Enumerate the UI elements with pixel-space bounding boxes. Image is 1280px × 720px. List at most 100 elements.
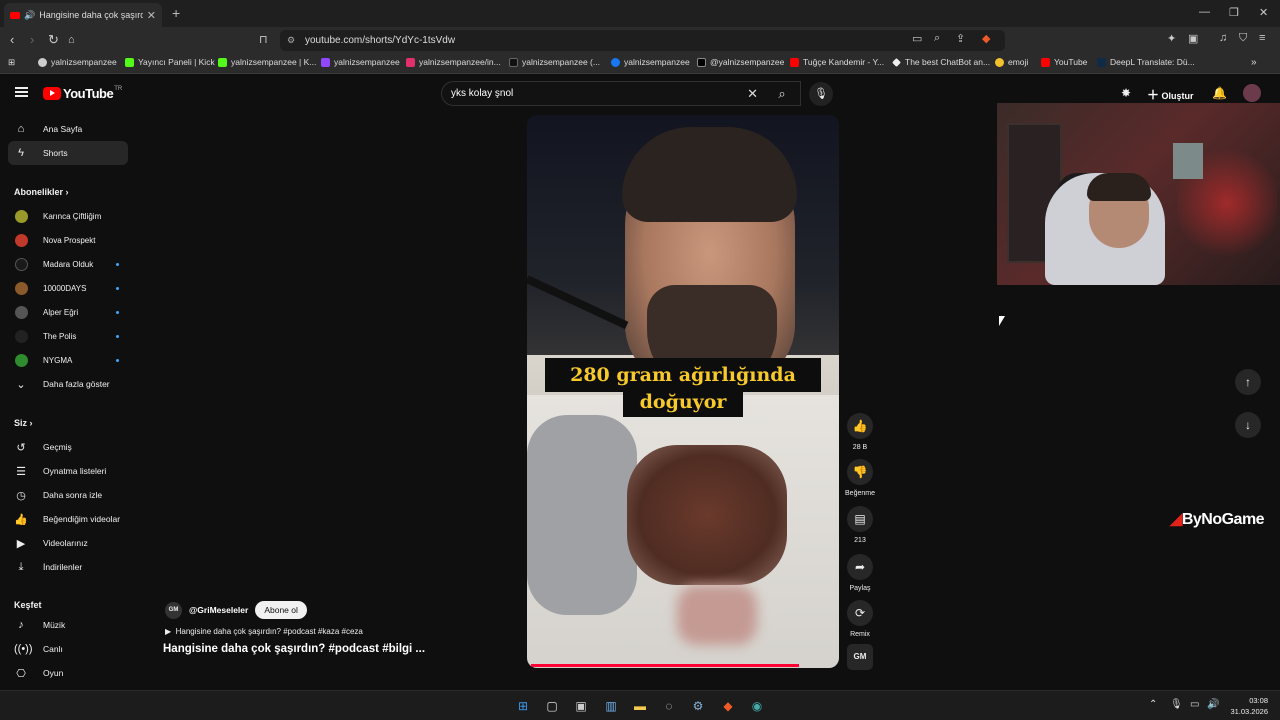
task-view-icon[interactable]: ▢	[543, 697, 561, 715]
bookmark-item[interactable]: @yalnizsempanzee	[697, 57, 784, 67]
sidebar-item-watch-later[interactable]: ◷ Daha sonra izle	[8, 483, 128, 507]
menu-icon[interactable]: ≡	[1259, 32, 1265, 44]
sidebar-channel[interactable]: 10000DAYS	[8, 276, 128, 300]
subscribe-button[interactable]: Abone ol	[255, 601, 307, 619]
system-clock[interactable]: 03:08 31.03.2026	[1228, 695, 1268, 717]
brave-browser-icon[interactable]: ◆	[719, 697, 737, 715]
sidebar-item-shorts[interactable]: ϟ Shorts	[8, 141, 128, 165]
show-more-button[interactable]: ⌄ Daha fazla göster	[8, 372, 128, 396]
close-window-icon[interactable]: ✕	[1259, 6, 1268, 19]
video-title[interactable]: Hangisine daha çok şaşırdın? #podcast #b…	[163, 643, 425, 655]
bookmark-item[interactable]: YouTube	[1041, 57, 1087, 67]
home-icon[interactable]: ⌂	[68, 34, 75, 46]
subscriptions-heading[interactable]: Abonelikler ›	[14, 187, 69, 197]
sidebar-item-history[interactable]: ↺ Geçmiş	[8, 435, 128, 459]
instagram-icon	[406, 57, 415, 67]
sidebar-channel[interactable]: Karınca Çiftliğim	[8, 204, 128, 228]
sidebar-item-gaming[interactable]: ⎔ Oyun	[8, 661, 128, 685]
previous-short-button[interactable]: ↑	[1235, 369, 1261, 395]
search-input[interactable]: yks kolay şnol ✕	[441, 81, 801, 106]
bookmark-item[interactable]: yalnizsempanzee	[611, 57, 690, 67]
back-icon[interactable]: ‹	[10, 32, 14, 47]
steam-icon[interactable]: ⚙	[689, 697, 707, 715]
sidebar-item-downloads[interactable]: ⤓ İndirilenler	[8, 555, 128, 579]
brave-shield-icon[interactable]: ◆	[982, 32, 990, 45]
sidebar-channel[interactable]: The Polis	[8, 324, 128, 348]
app-icon[interactable]: ◌	[660, 697, 678, 715]
sidebar-item-home[interactable]: ⌂ Ana Sayfa	[8, 117, 128, 141]
youtube-logo[interactable]: YouTube TR	[43, 86, 122, 101]
sidebar-channel[interactable]: Alper Eğri	[8, 300, 128, 324]
close-tab-icon[interactable]: ✕	[147, 9, 156, 22]
bookmark-item[interactable]: Yayıncı Paneli | Kick	[125, 57, 215, 67]
zoom-icon[interactable]: ⌕	[934, 32, 940, 45]
sound-row[interactable]: ▶ Hangisine daha çok şaşırdın? #podcast …	[165, 627, 363, 636]
bookmark-item[interactable]: yalnizsempanzee	[321, 57, 400, 67]
extensions-icon[interactable]: ✦	[1167, 32, 1176, 45]
bookmark-item[interactable]: yalnizsempanzee | K...	[218, 57, 316, 67]
forward-icon[interactable]: ›	[30, 32, 34, 47]
new-tab-icon[interactable]: +	[172, 5, 180, 21]
minimize-icon[interactable]: —	[1199, 6, 1210, 18]
voice-search-button[interactable]: 🎙	[809, 82, 833, 106]
bookmark-item[interactable]: The best ChatBot an...	[892, 57, 990, 67]
volume-icon[interactable]: 🔊	[1207, 699, 1219, 710]
next-short-button[interactable]: ↓	[1235, 412, 1261, 438]
app-icon[interactable]: ▣	[572, 697, 590, 715]
kick-icon	[218, 57, 227, 67]
bookmark-item[interactable]: yalnizsempanzee	[38, 57, 117, 67]
sidebar-item-live[interactable]: ((•)) Canlı	[8, 637, 128, 661]
channel-avatar[interactable]: GM	[165, 601, 182, 619]
reload-icon[interactable]: ↻	[48, 32, 59, 48]
chrome-icon[interactable]: ◉	[748, 697, 766, 715]
app-icon[interactable]: ▥	[602, 697, 620, 715]
bookmark-item[interactable]: DeepL Translate: Dü...	[1097, 57, 1195, 67]
sidebar-item-your-videos[interactable]: ▶ Videolarınız	[8, 531, 128, 555]
remix-button[interactable]: ⟳ Remix	[837, 600, 883, 638]
file-explorer-icon[interactable]: ▬	[631, 697, 649, 715]
clear-search-icon[interactable]: ✕	[747, 82, 758, 105]
apps-icon[interactable]: ⊞	[8, 57, 15, 68]
more-bookmarks-icon[interactable]: »	[1251, 57, 1257, 68]
bookmark-item[interactable]: yalnizsempanzee/in...	[406, 57, 501, 67]
search-button[interactable]: ⌕	[764, 81, 800, 106]
windows-start-icon[interactable]: ⊞	[514, 697, 532, 715]
you-heading[interactable]: Siz ›	[14, 418, 33, 428]
cast-icon[interactable]: ▭	[912, 32, 922, 45]
extension-icon[interactable]: ✸	[1121, 86, 1131, 100]
share-icon[interactable]: ⇪	[956, 32, 965, 45]
browser-tab[interactable]: 🔊 Hangisine daha çok şaşırdın? #... ✕	[4, 3, 162, 27]
audio-playing-icon[interactable]: 🔊	[24, 10, 35, 21]
sidebar-channel[interactable]: Nova Prospekt	[8, 228, 128, 252]
bookmark-item[interactable]: yalnizsempanzee (...	[509, 57, 600, 67]
bookmark-icon[interactable]: ⊓	[259, 33, 268, 46]
create-button[interactable]: ＋ Oluştur	[1147, 86, 1194, 103]
sidebar-channel[interactable]: NYGMA	[8, 348, 128, 372]
channel-handle[interactable]: @GriMeseleler	[189, 605, 248, 615]
like-button[interactable]: 👍 28 B	[837, 413, 883, 451]
channel-thumb-button[interactable]: GM	[837, 644, 883, 670]
address-bar[interactable]: ⚙ youtube.com/shorts/YdYc-1tsVdw	[280, 30, 1005, 51]
menu-hamburger-icon[interactable]	[15, 87, 28, 97]
sidebar-item-playlists[interactable]: ☰ Oynatma listeleri	[8, 459, 128, 483]
bookmark-item[interactable]: emoji	[995, 57, 1028, 67]
bookmark-item[interactable]: Tuğçe Kandemir - Y...	[790, 57, 884, 67]
comments-button[interactable]: ▤ 213	[837, 506, 883, 544]
sidebar-item-liked[interactable]: 👍 Beğendiğim videolar	[8, 507, 128, 531]
dislike-button[interactable]: 👎 Beğenme	[837, 459, 883, 497]
account-avatar[interactable]	[1243, 84, 1261, 102]
sidebar-item-music[interactable]: ♪ Müzik	[8, 613, 128, 637]
network-icon[interactable]: ▭	[1190, 699, 1199, 710]
sidebar-panel-icon[interactable]: ▣	[1188, 32, 1198, 45]
restore-icon[interactable]: ❐	[1229, 6, 1239, 19]
tray-overflow-icon[interactable]: ⌃	[1149, 699, 1157, 710]
video-progress-bar[interactable]	[531, 664, 799, 667]
short-video-player[interactable]: 280 gram ağırlığında doğuyor	[527, 115, 839, 668]
sidebar-channel[interactable]: Madara Olduk	[8, 252, 128, 276]
share-button[interactable]: ➦ Paylaş	[837, 554, 883, 592]
media-icon[interactable]: ♫	[1219, 32, 1227, 44]
site-info-icon[interactable]: ⚙	[287, 30, 295, 51]
notifications-bell-icon[interactable]: 🔔	[1212, 86, 1227, 100]
wallet-icon[interactable]: ⛉	[1239, 32, 1247, 45]
microphone-tray-icon[interactable]: 🎙	[1170, 699, 1183, 710]
